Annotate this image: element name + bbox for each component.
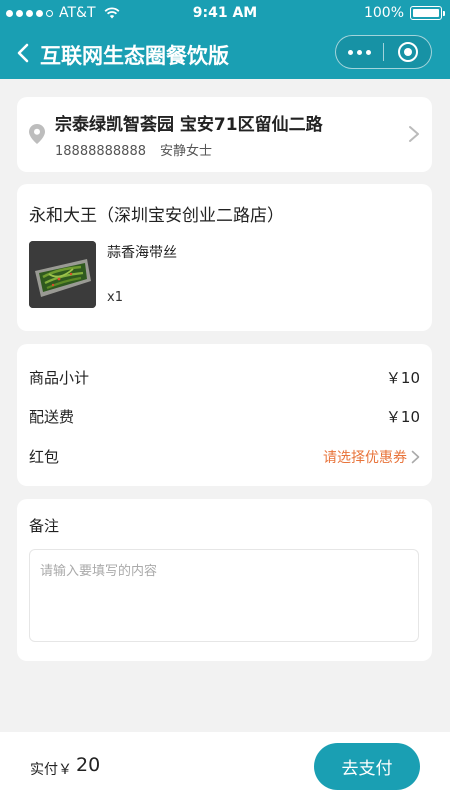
- subtotal-row: 商品小计 ￥10: [29, 367, 420, 389]
- address-card[interactable]: 宗泰绿凯智荟园 宝安71区留仙二路 18888888888 安静女士: [17, 97, 432, 172]
- red-packet-row[interactable]: 红包 请选择优惠券: [29, 446, 420, 468]
- note-input[interactable]: [29, 549, 419, 642]
- page-title: 互联网生态圈餐饮版: [40, 44, 229, 68]
- order-card: 永和大王（深圳宝安创业二路店） 蒜香海带丝 x1: [17, 184, 432, 331]
- status-right: 100%: [363, 5, 445, 21]
- battery-icon: [410, 6, 445, 20]
- nav-bar: 互联网生态圈餐饮版: [0, 28, 450, 79]
- pay-button[interactable]: 去支付: [314, 743, 420, 790]
- app-header: AT&T 9:41 AM 100% 互联网生态圈餐饮版: [0, 0, 450, 79]
- close-circle-icon[interactable]: [384, 36, 431, 68]
- battery-percent: 100%: [363, 5, 404, 21]
- dish-quantity: x1: [107, 290, 123, 305]
- pay-total-label: 实付￥: [30, 762, 72, 778]
- mini-program-capsule: [335, 35, 432, 69]
- price-summary-card: 商品小计 ￥10 配送费 ￥10 红包 请选择优惠券: [17, 344, 432, 486]
- delivery-fee-row: 配送费 ￥10: [29, 406, 420, 428]
- chevron-right-icon: [409, 126, 419, 142]
- chevron-right-icon: [411, 450, 420, 464]
- status-bar: AT&T 9:41 AM 100%: [0, 0, 450, 28]
- select-coupon-text: 请选择优惠券: [323, 450, 407, 466]
- red-packet-label: 红包: [29, 448, 60, 466]
- contact-phone: 18888888888: [55, 144, 146, 159]
- back-arrow-icon[interactable]: [14, 39, 34, 67]
- address-contact: 18888888888 安静女士: [55, 140, 212, 159]
- subtotal-value: ￥10: [385, 369, 420, 387]
- subtotal-label: 商品小计: [29, 369, 90, 387]
- delivery-fee-label: 配送费: [29, 408, 75, 426]
- shop-name: 永和大王（深圳宝安创业二路店）: [29, 206, 284, 226]
- dish-name: 蒜香海带丝: [107, 245, 177, 261]
- address-text: 宗泰绿凯智荟园 宝安71区留仙二路: [55, 115, 323, 135]
- checkout-bar: 实付￥ 20 去支付: [0, 732, 450, 800]
- more-dots-icon[interactable]: [336, 36, 383, 68]
- contact-name: 安静女士: [159, 144, 212, 159]
- select-coupon-link[interactable]: 请选择优惠券: [323, 447, 420, 467]
- dish-image: [29, 241, 96, 308]
- location-pin-icon: [29, 124, 45, 144]
- delivery-fee-value: ￥10: [385, 408, 420, 426]
- note-card: 备注: [17, 499, 432, 661]
- note-title: 备注: [29, 517, 60, 535]
- pay-total-amount: 20: [76, 754, 101, 776]
